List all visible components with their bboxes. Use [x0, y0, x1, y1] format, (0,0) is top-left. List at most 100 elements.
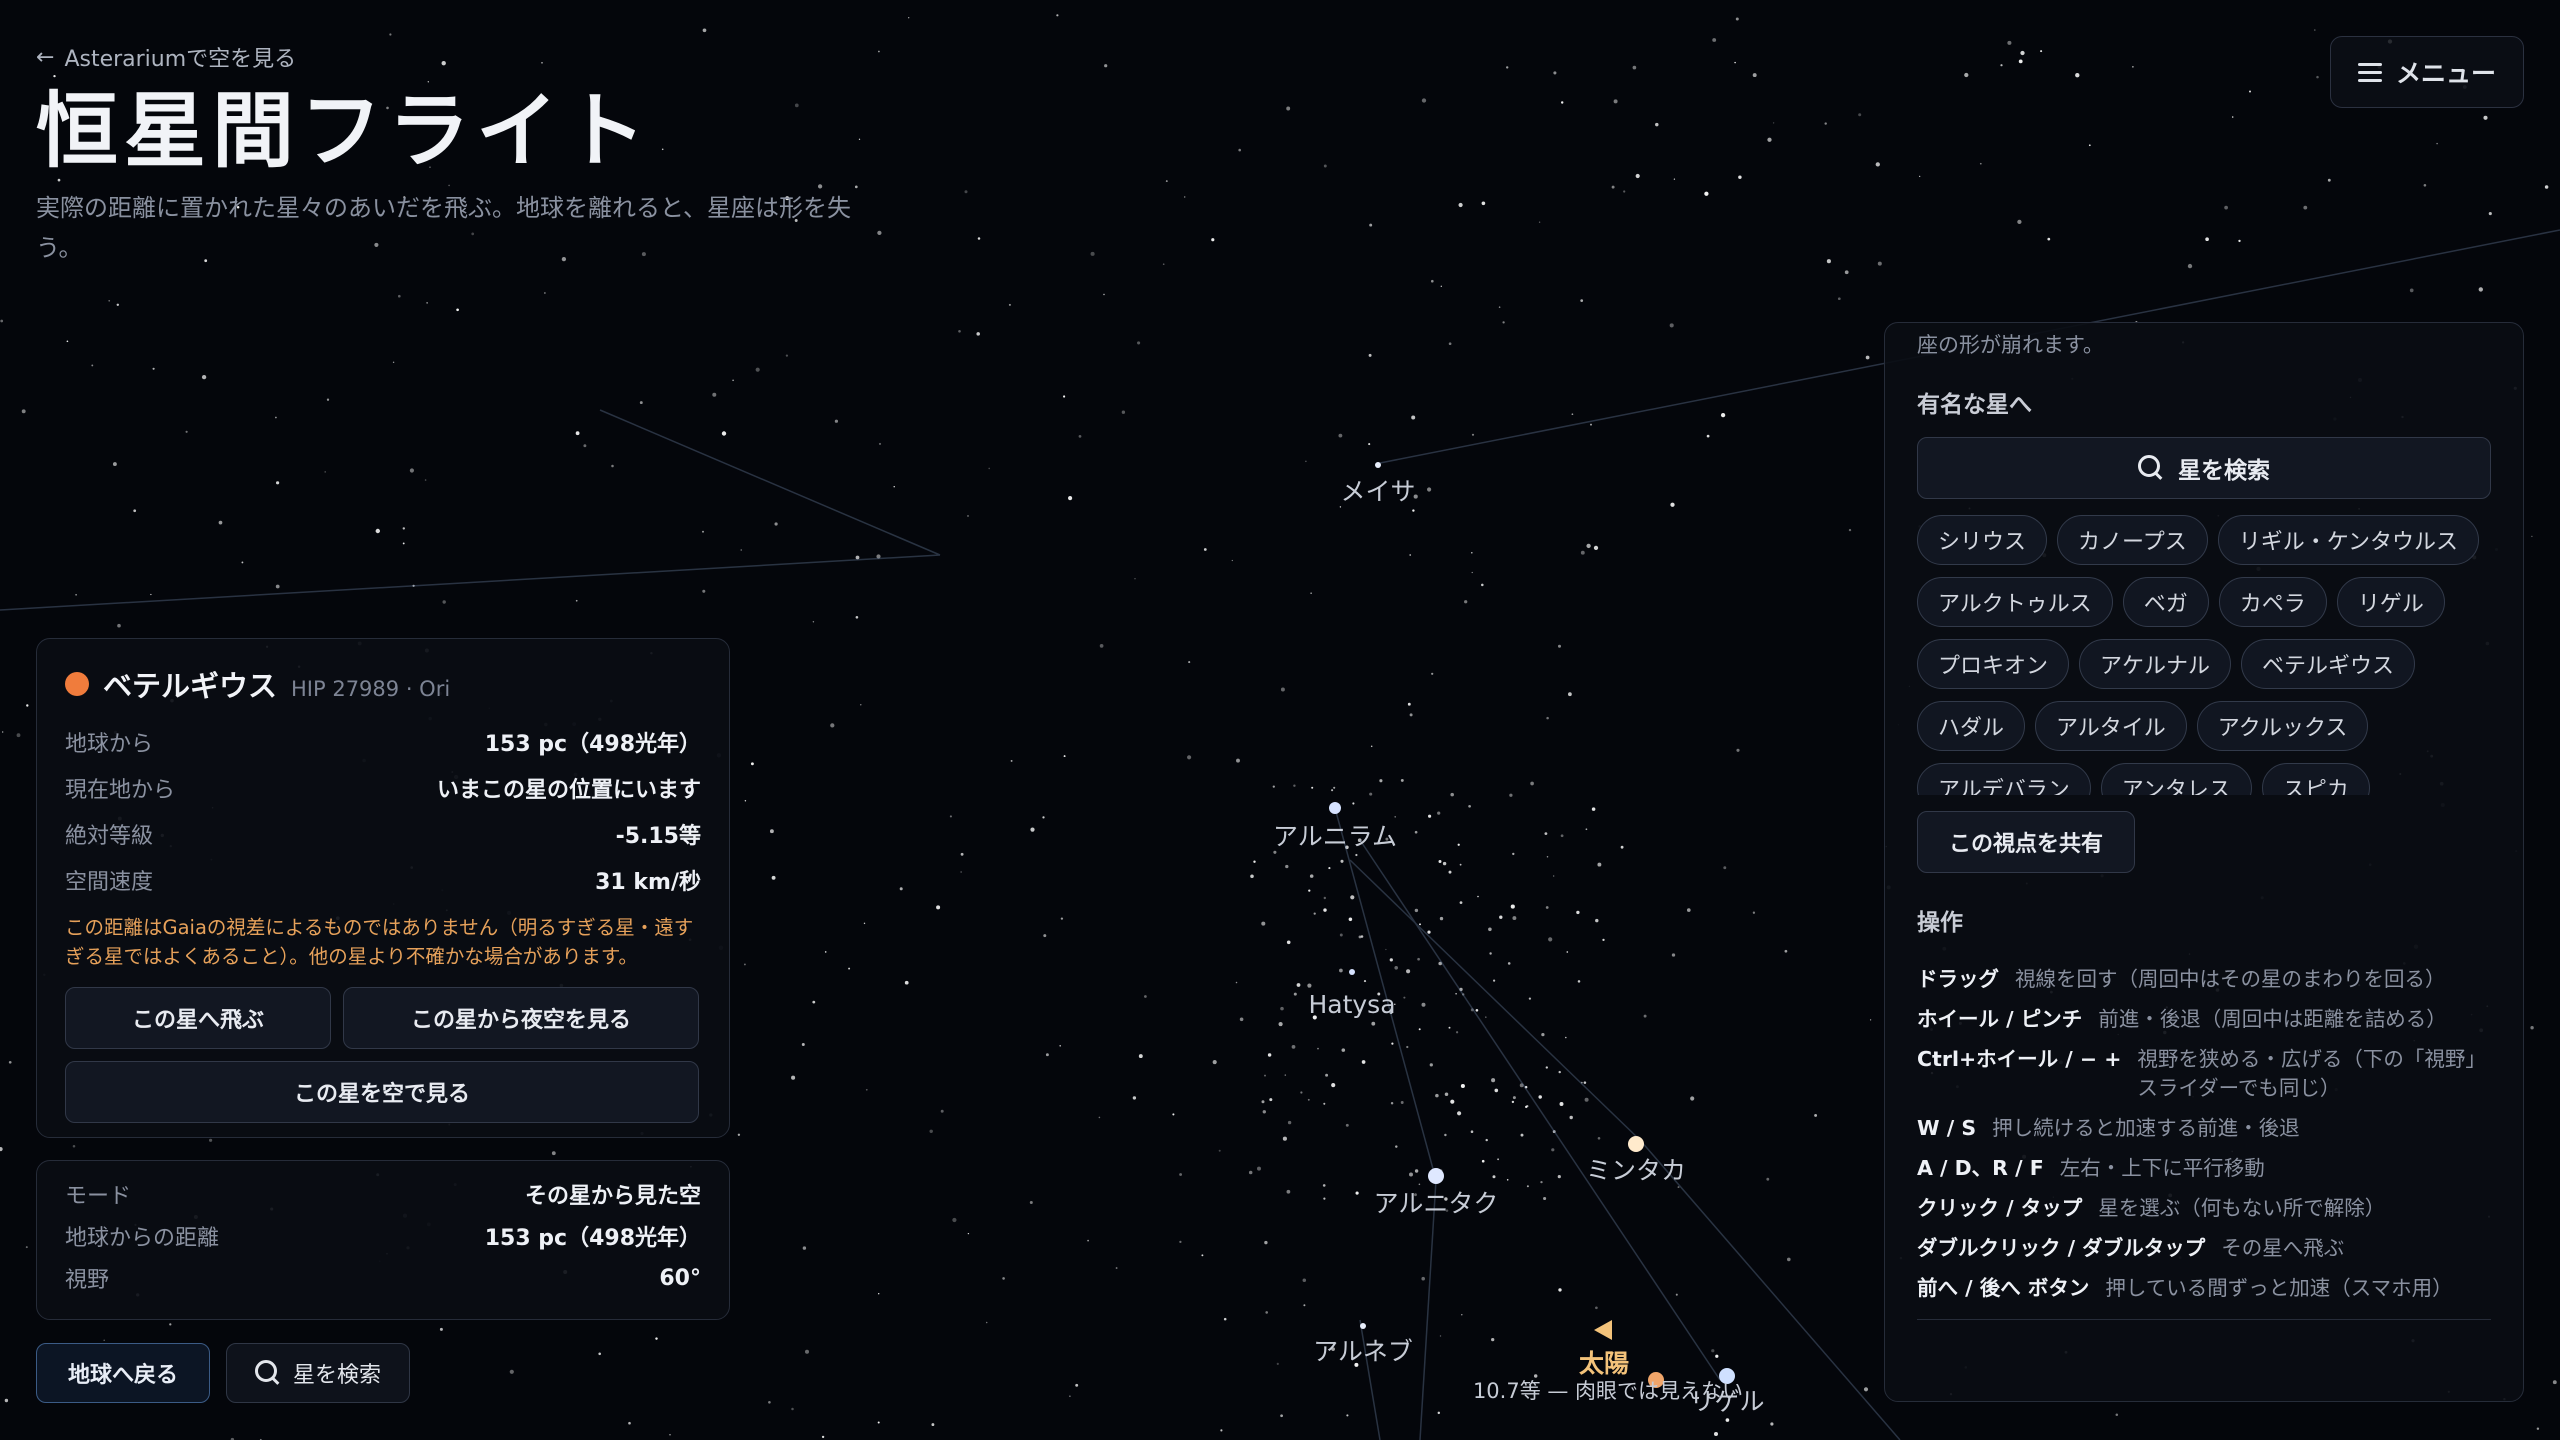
page-header: ← Asterariumで空を見る 恒星間フライト 実際の距離に置かれた星々のあ… — [36, 38, 936, 268]
background-star — [1491, 1337, 1495, 1342]
menu-button[interactable]: メニュー — [2330, 36, 2524, 108]
info-key: 地球から — [65, 732, 154, 757]
background-star — [1690, 1096, 1695, 1101]
background-star — [1530, 781, 1534, 786]
background-star — [1712, 38, 1717, 42]
background-star — [1008, 303, 1011, 306]
background-star — [802, 1246, 807, 1250]
background-star — [26, 704, 29, 707]
star-chip[interactable]: ベガ — [2122, 577, 2209, 627]
background-star — [575, 431, 580, 436]
star-chip[interactable]: ハダル — [1917, 701, 2026, 751]
background-star — [2531, 535, 2533, 538]
background-star — [1339, 506, 1342, 508]
background-star — [1576, 910, 1580, 915]
search-star-button[interactable]: 星を検索 — [226, 1343, 410, 1403]
background-star — [1421, 1002, 1426, 1007]
background-star — [1979, 162, 1982, 165]
background-star — [1767, 137, 1772, 142]
background-star — [952, 1217, 957, 1223]
star-chip[interactable]: カペラ — [2218, 577, 2327, 627]
star-chip[interactable]: リギル・ケンタウルス — [2217, 515, 2480, 565]
background-star — [1262, 1110, 1266, 1114]
background-star — [1488, 927, 1492, 932]
star-chip[interactable]: プロキオン — [1917, 639, 2070, 689]
background-star — [16, 733, 21, 738]
label-sun: 太陽 — [1579, 1349, 1629, 1378]
background-star — [1677, 1186, 1680, 1189]
background-star — [702, 530, 704, 533]
background-star — [1437, 1411, 1441, 1415]
background-star — [899, 887, 903, 891]
background-star — [1238, 148, 1241, 152]
background-star — [964, 190, 968, 194]
background-star — [702, 589, 706, 593]
star-chip[interactable]: アルクトゥルス — [1917, 577, 2113, 627]
star-chip[interactable]: アンタレス — [2100, 763, 2252, 795]
background-star — [1421, 1276, 1425, 1281]
control-key: 前へ / 後へ ボタン — [1917, 1276, 2090, 1300]
star-chip[interactable]: アケルナル — [2079, 639, 2232, 689]
background-star — [1671, 953, 1676, 957]
background-star — [1115, 1267, 1118, 1269]
star-chip[interactable]: アルタイル — [2035, 701, 2187, 751]
search-star-label: 星を検索 — [292, 1363, 381, 1388]
star-chip[interactable]: ベテルギウス — [2241, 639, 2416, 689]
background-star — [1439, 916, 1444, 921]
panel-cut-text: 座の形が崩れます。 — [1917, 333, 2104, 357]
background-star — [1179, 1240, 1182, 1244]
background-star — [1711, 1349, 1715, 1353]
background-star — [1437, 811, 1441, 815]
background-star — [1557, 644, 1562, 648]
background-star — [1063, 395, 1066, 398]
label-alnilam: アルニラム — [1273, 822, 1397, 851]
background-star — [1675, 1293, 1678, 1296]
background-star — [2132, 66, 2134, 68]
background-star — [1643, 1014, 1647, 1018]
background-star — [1286, 106, 1291, 111]
star-chip[interactable]: スピカ — [2261, 763, 2370, 795]
background-star — [1540, 1180, 1543, 1184]
share-view-button[interactable]: この視点を共有 — [1917, 811, 2135, 873]
background-star — [1090, 251, 1095, 256]
label-alnitak: アルニタク — [1374, 1189, 1499, 1218]
background-star — [1595, 1306, 1598, 1310]
background-star — [1406, 969, 1411, 974]
background-star — [1313, 912, 1316, 915]
background-star — [112, 462, 117, 467]
background-star — [275, 584, 280, 589]
star-chip[interactable]: アルデバラン — [1917, 763, 2091, 795]
background-star — [1507, 962, 1511, 965]
control-key: ホイール / ピンチ — [1917, 1007, 2083, 1031]
star-chip[interactable]: アクルックス — [2196, 701, 2369, 751]
background-star — [1450, 1099, 1455, 1104]
background-star — [1498, 306, 1501, 308]
background-star — [1429, 1063, 1433, 1067]
background-star — [1545, 906, 1549, 909]
star-chip[interactable]: リゲル — [2336, 577, 2445, 627]
view-in-sky-button[interactable]: この星を空で見る — [65, 1061, 699, 1123]
background-star — [409, 468, 414, 473]
background-star — [1551, 1148, 1555, 1152]
mode-card: モード その星から見た空 地球からの距離 153 pc（498光年） 視野 60° — [36, 1160, 730, 1320]
background-star — [1087, 1239, 1089, 1242]
background-star — [1358, 935, 1362, 939]
background-star — [1723, 866, 1727, 870]
fly-to-star-button[interactable]: この星へ飛ぶ — [65, 987, 331, 1049]
side-panel[interactable]: 座の形が崩れます。 有名な星へ 星を検索 シリウス カノープス リギル・ケンタウ… — [1884, 322, 2524, 1402]
background-star — [1162, 263, 1165, 266]
background-star — [1597, 862, 1602, 867]
background-star — [1293, 784, 1296, 787]
controls-title: 操作 — [1917, 910, 1963, 936]
view-night-sky-button[interactable]: この星から夜空を見る — [343, 987, 699, 1049]
background-star — [1002, 1277, 1005, 1280]
star-chip[interactable]: カノープス — [2057, 515, 2208, 565]
star-chip[interactable]: シリウス — [1917, 515, 2048, 565]
background-star — [1784, 949, 1788, 953]
fov-key: 視野 — [65, 1268, 110, 1293]
star-search-button[interactable]: 星を検索 — [1917, 437, 2491, 499]
return-to-earth-button[interactable]: 地球へ戻る — [36, 1343, 210, 1403]
background-star — [1211, 238, 1215, 242]
background-star — [598, 1352, 601, 1356]
back-link[interactable]: ← Asterariumで空を見る — [36, 38, 936, 76]
